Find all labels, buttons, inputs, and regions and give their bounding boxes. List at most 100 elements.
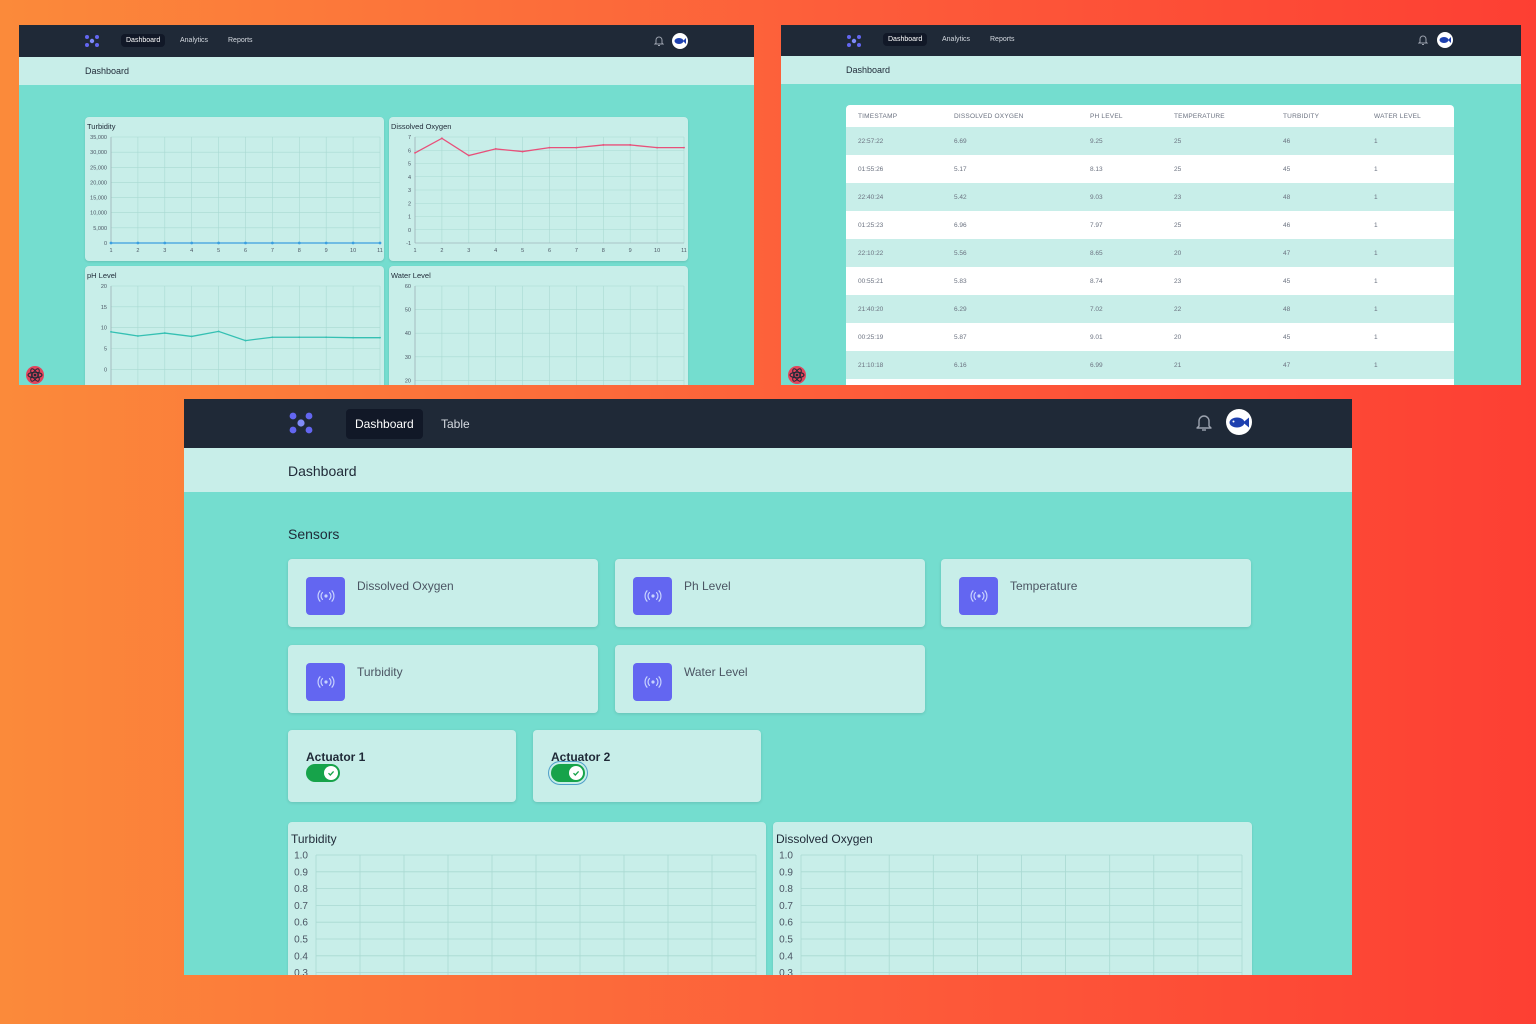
data-point[interactable] xyxy=(244,241,247,245)
column-header-turbidity[interactable]: Turbidity xyxy=(1282,105,1373,127)
table-row[interactable]: 22:10:22 5.56 8.65 20 47 1 xyxy=(846,239,1454,267)
data-point[interactable] xyxy=(136,241,140,245)
actuator-2-toggle[interactable] xyxy=(551,764,585,782)
table-row[interactable]: 21:40:20 6.29 7.02 22 48 1 xyxy=(846,295,1454,323)
data-point[interactable] xyxy=(602,144,605,146)
y-tick-label: 6 xyxy=(408,148,411,154)
table-header-row: Timestamp Dissolved Oxygen Ph Level Temp… xyxy=(846,105,1454,127)
column-header-timestamp[interactable]: Timestamp xyxy=(846,105,953,127)
data-point[interactable] xyxy=(325,336,328,339)
y-tick-label: 0.8 xyxy=(779,884,793,895)
column-header-ph-level[interactable]: Ph Level xyxy=(1089,105,1173,127)
user-avatar[interactable] xyxy=(672,33,688,49)
data-point[interactable] xyxy=(352,336,354,339)
data-point[interactable] xyxy=(414,152,416,154)
chart-title: Dissolved Oxygen xyxy=(776,832,873,846)
app-logo-icon[interactable] xyxy=(288,411,314,435)
cell-timestamp: 21:10:18 xyxy=(846,351,953,379)
data-point[interactable] xyxy=(324,241,328,245)
x-tick-label: 11 xyxy=(377,248,383,254)
table-row[interactable]: 00:55:21 5.83 8.74 23 45 1 xyxy=(846,267,1454,295)
data-point[interactable] xyxy=(351,241,355,245)
react-devtools-icon[interactable] xyxy=(787,365,807,385)
nav-tab-analytics[interactable]: Analytics xyxy=(942,36,970,43)
data-point[interactable] xyxy=(378,241,382,245)
nav-tab-reports[interactable]: Reports xyxy=(990,36,1015,43)
broadcast-signal-icon xyxy=(959,577,998,615)
data-point[interactable] xyxy=(683,146,685,149)
table-row[interactable]: 23:55:17 5.33 6.08 24 47 1 xyxy=(846,379,1454,385)
data-point[interactable] xyxy=(190,335,193,338)
bell-icon[interactable] xyxy=(1196,413,1212,432)
data-point[interactable] xyxy=(297,241,301,245)
data-point[interactable] xyxy=(190,241,194,245)
y-tick-label: 0.3 xyxy=(294,968,308,975)
nav-tab-analytics[interactable]: Analytics xyxy=(180,37,208,44)
data-point[interactable] xyxy=(110,330,112,333)
sensor-card-temperature[interactable]: Temperature xyxy=(941,559,1251,627)
y-tick-label: 0 xyxy=(408,228,411,234)
table-row[interactable]: 00:25:19 5.87 9.01 20 45 1 xyxy=(846,323,1454,351)
sensor-card-turbidity[interactable]: Turbidity xyxy=(288,645,598,713)
data-point[interactable] xyxy=(656,146,658,149)
sensor-card-ph-level[interactable]: Ph Level xyxy=(615,559,925,627)
data-point[interactable] xyxy=(441,137,443,140)
data-point[interactable] xyxy=(467,154,470,157)
column-header-dissolved-oxygen[interactable]: Dissolved Oxygen xyxy=(953,105,1089,127)
data-point[interactable] xyxy=(575,146,578,149)
data-point[interactable] xyxy=(548,146,551,149)
dissolved-oxygen-chart: 76543210-11 2 3 4 5 6 7 8 9 10 11 xyxy=(406,135,687,254)
data-point[interactable] xyxy=(271,336,274,339)
x-tick-label: 10 xyxy=(654,248,660,254)
nav-tab-dashboard[interactable]: Dashboard xyxy=(883,33,928,46)
data-point[interactable] xyxy=(163,241,167,245)
y-tick-label: 0.5 xyxy=(779,935,793,946)
column-header-temperature[interactable]: Temperature xyxy=(1173,105,1282,127)
table-row[interactable]: 01:55:26 5.17 8.13 25 45 1 xyxy=(846,155,1454,183)
fish-icon xyxy=(1439,37,1451,43)
turbidity-chart: 35,000 30,000 25,000 20,000 15,000 10,000 5,00… xyxy=(90,135,383,254)
data-point[interactable] xyxy=(137,335,139,337)
nav-tab-dashboard[interactable]: Dashboard xyxy=(121,34,166,47)
table-row[interactable]: 21:10:18 6.16 6.99 21 47 1 xyxy=(846,351,1454,379)
data-point[interactable] xyxy=(163,332,166,334)
sensor-card-dissolved-oxygen[interactable]: Dissolved Oxygen xyxy=(288,559,598,627)
data-point[interactable] xyxy=(379,336,381,339)
table-row[interactable]: 22:40:24 5.42 9.03 23 48 1 xyxy=(846,183,1454,211)
data-point[interactable] xyxy=(271,241,274,245)
broadcast-signal-icon xyxy=(633,663,672,701)
nav-tab-dashboard[interactable]: Dashboard xyxy=(346,409,423,439)
app-logo-icon[interactable] xyxy=(846,34,862,48)
cell-turbidity: 47 xyxy=(1282,351,1373,379)
cell-temperature: 20 xyxy=(1173,323,1282,351)
data-point[interactable] xyxy=(217,241,221,245)
y-tick-label: 20,000 xyxy=(90,180,107,186)
table-row[interactable]: 01:25:23 6.96 7.97 25 46 1 xyxy=(846,211,1454,239)
react-devtools-icon[interactable] xyxy=(25,365,45,385)
column-header-water-level[interactable]: Water Level xyxy=(1373,105,1454,127)
cell-timestamp: 00:25:19 xyxy=(846,323,953,351)
data-point[interactable] xyxy=(494,148,497,150)
data-point[interactable] xyxy=(109,241,113,245)
chart-title: pH Level xyxy=(87,271,117,280)
sensor-card-water-level[interactable]: Water Level xyxy=(615,645,925,713)
checkmark-icon xyxy=(324,766,338,780)
cell-timestamp: 00:55:21 xyxy=(846,267,953,295)
data-point[interactable] xyxy=(217,330,220,333)
user-avatar[interactable] xyxy=(1226,409,1252,435)
table-row[interactable]: 22:57:22 6.69 9.25 25 46 1 xyxy=(846,127,1454,155)
nav-tab-table[interactable]: Table xyxy=(441,417,470,431)
user-avatar[interactable] xyxy=(1437,32,1453,48)
sensor-label: Water Level xyxy=(684,665,748,679)
data-point[interactable] xyxy=(244,339,247,342)
bell-icon[interactable] xyxy=(1418,34,1428,46)
data-point[interactable] xyxy=(521,150,524,153)
data-point[interactable] xyxy=(629,144,632,146)
bell-icon[interactable] xyxy=(654,35,664,47)
app-logo-icon[interactable] xyxy=(84,34,100,48)
actuator-1-toggle[interactable] xyxy=(306,764,340,782)
cell-temperature: 22 xyxy=(1173,295,1282,323)
nav-tab-reports[interactable]: Reports xyxy=(228,37,253,44)
y-tick-label: 2 xyxy=(408,201,411,207)
data-point[interactable] xyxy=(298,336,301,339)
